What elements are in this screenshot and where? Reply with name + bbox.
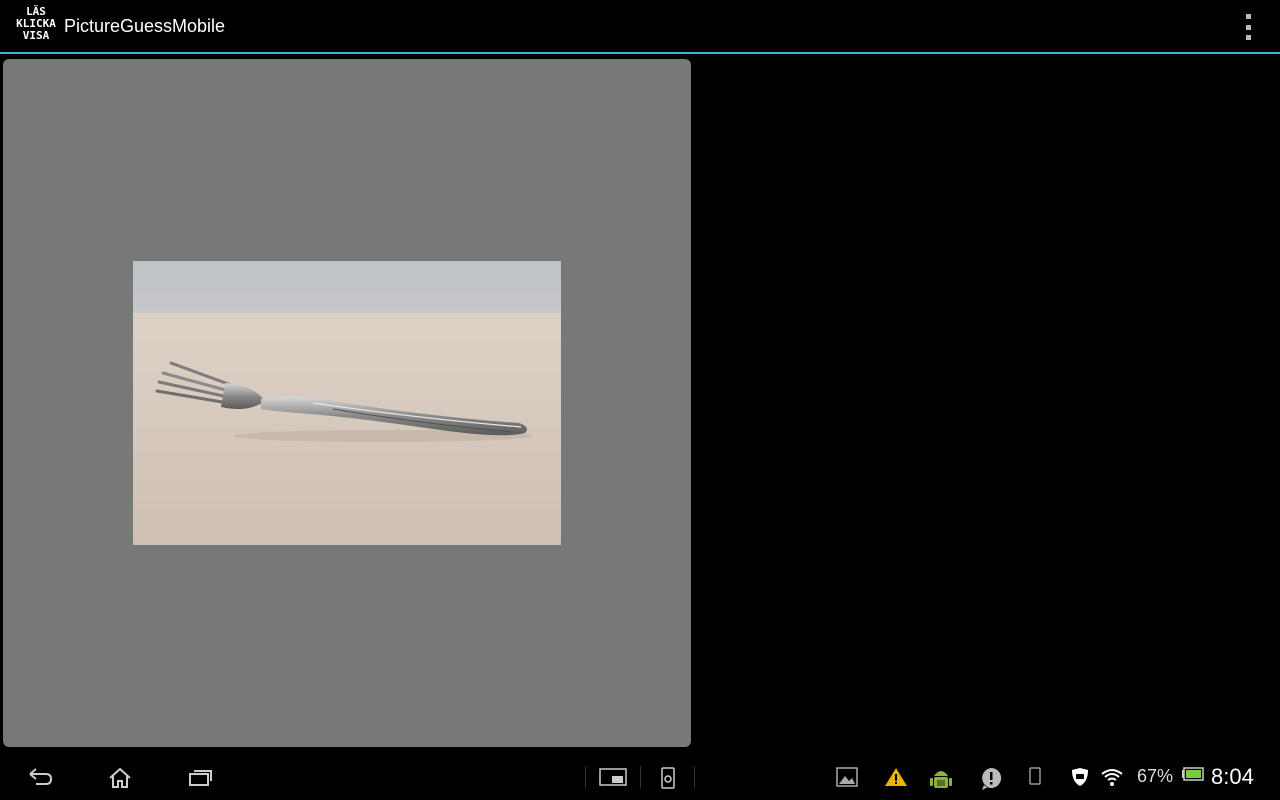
wifi-icon (1101, 769, 1123, 786)
screenshot-icon[interactable] (660, 766, 676, 790)
bar-divider (694, 766, 695, 788)
home-icon[interactable] (107, 766, 133, 790)
bar-divider (640, 766, 641, 788)
small-apps-icon[interactable] (598, 766, 628, 788)
app-title: PictureGuessMobile (64, 16, 226, 36)
battery-icon (1182, 767, 1204, 781)
system-bar: 67% 8:04 (0, 752, 1280, 800)
battery-percent: 67% (1137, 766, 1174, 786)
picture-panel (3, 59, 691, 747)
bar-divider (585, 766, 586, 788)
device-notification-icon[interactable] (1028, 766, 1042, 788)
alert-notification-icon[interactable] (979, 766, 1003, 792)
action-bar: LÄS KLICKA VISA PictureGuessMobile (0, 0, 1280, 54)
recent-apps-icon[interactable] (187, 766, 213, 788)
fork-photo[interactable] (133, 261, 561, 545)
fork-icon (155, 361, 533, 442)
warning-notification-icon[interactable] (883, 766, 909, 788)
clock: 8:04 (1211, 764, 1254, 789)
back-icon[interactable] (26, 766, 54, 788)
security-icon[interactable] (1070, 766, 1090, 788)
overflow-menu-icon[interactable] (1236, 14, 1260, 40)
logo-line-3: VISA (22, 29, 50, 42)
android-debug-icon[interactable] (929, 766, 953, 792)
app-logo[interactable]: LÄS KLICKA VISA (14, 6, 58, 50)
gallery-notification-icon[interactable] (835, 766, 859, 788)
